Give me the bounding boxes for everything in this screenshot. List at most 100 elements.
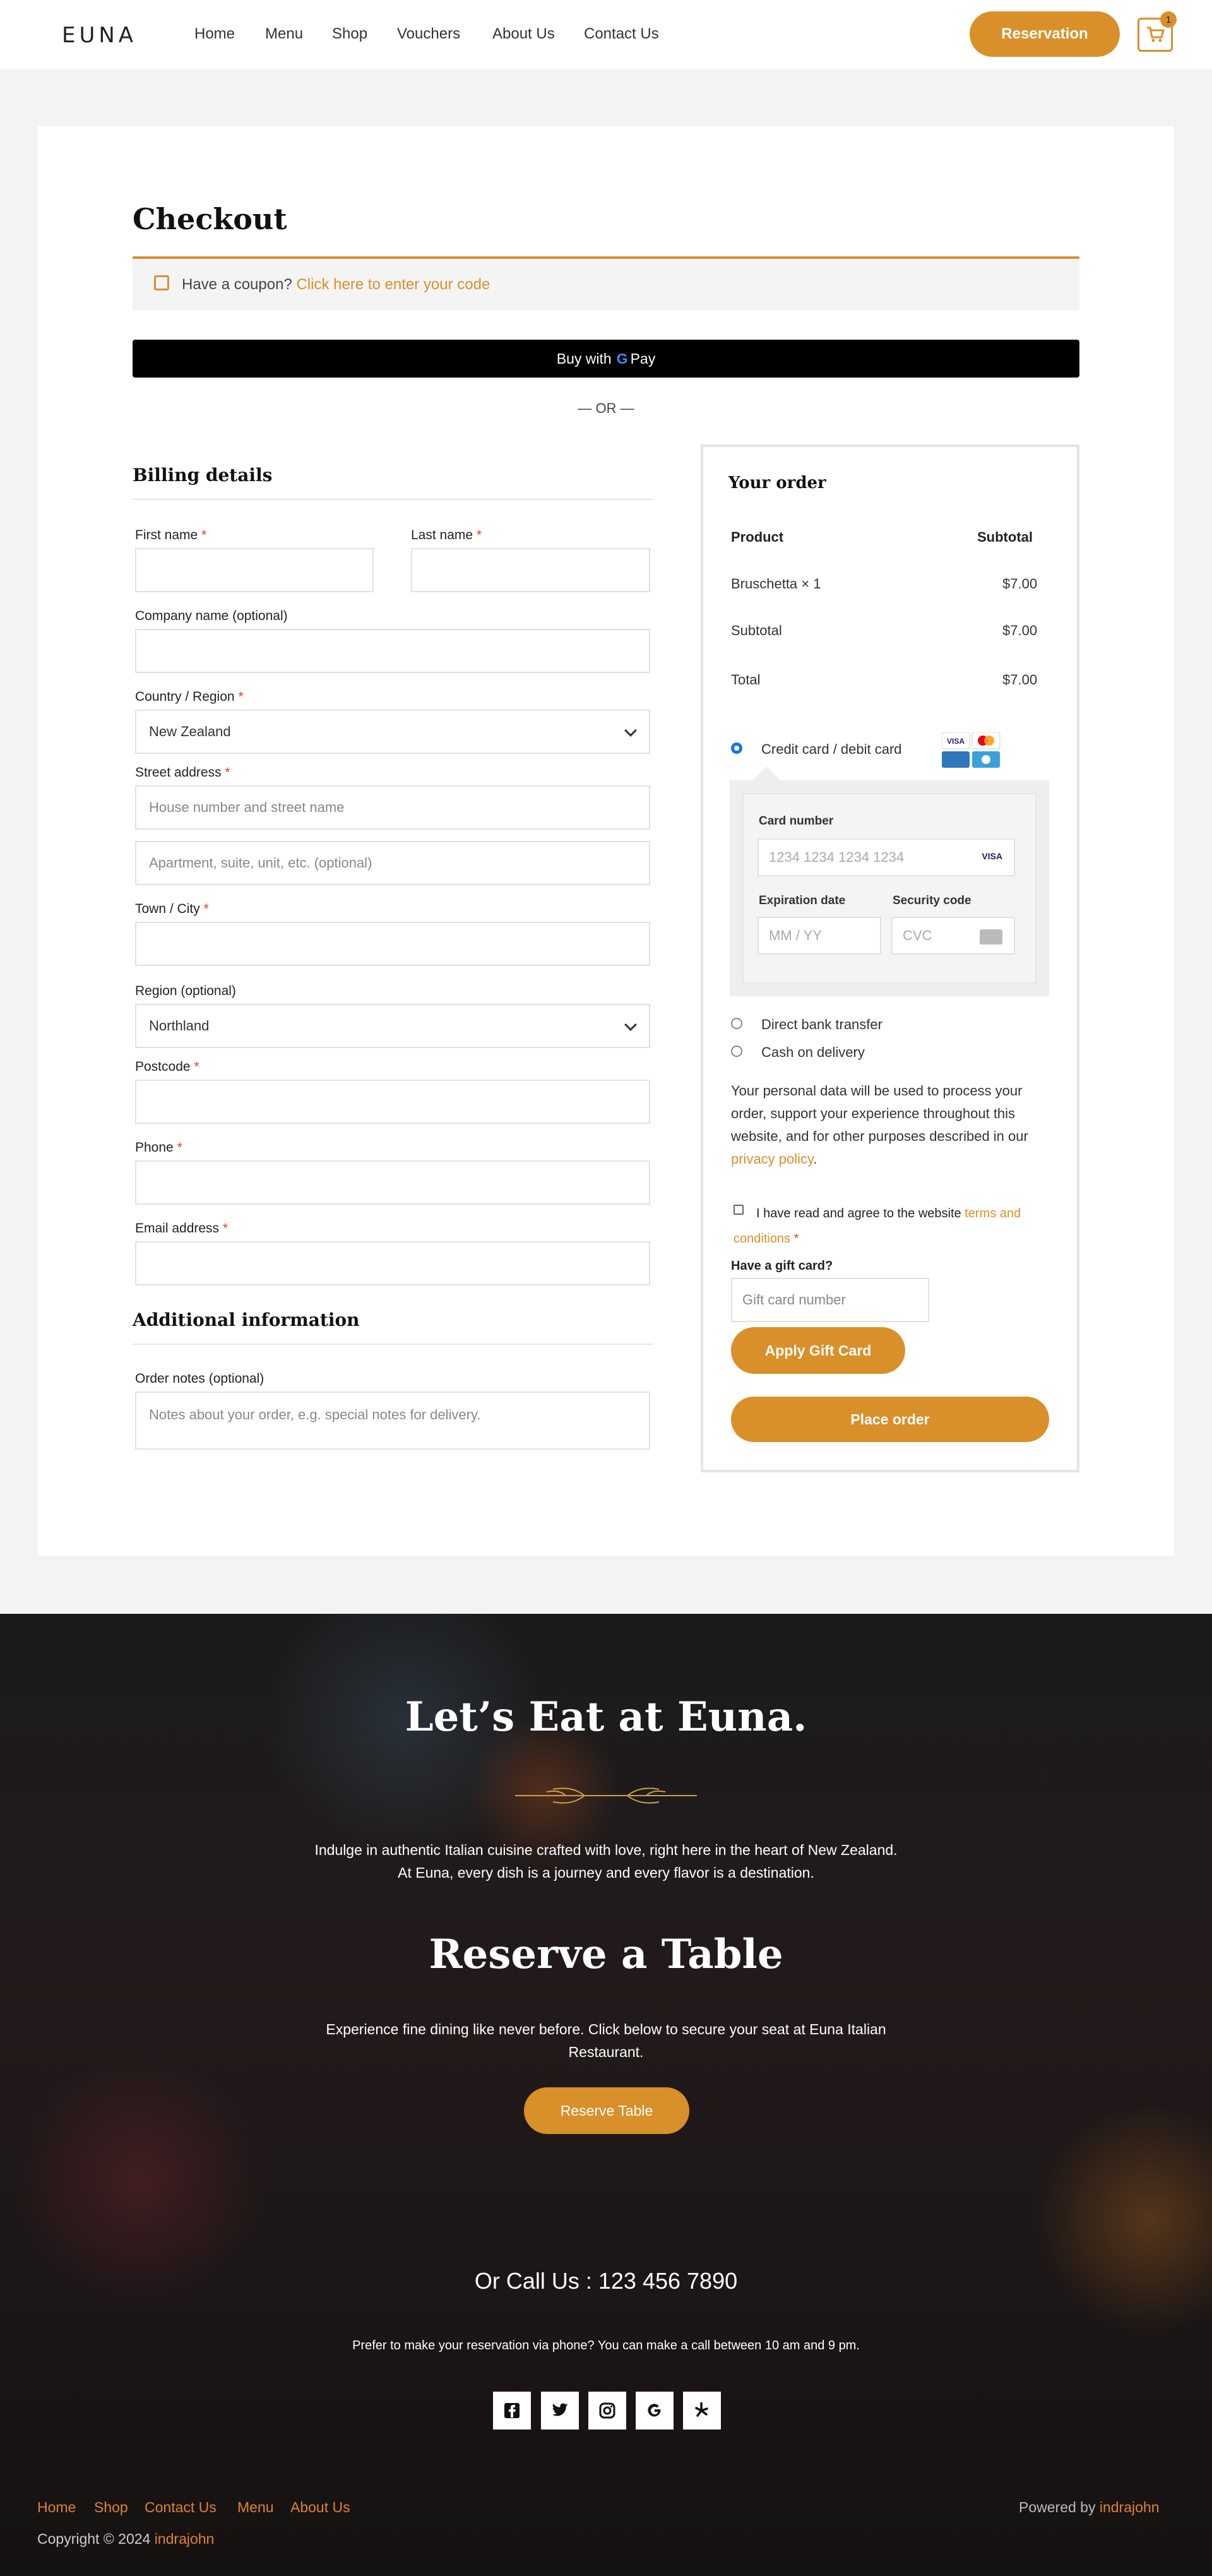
last-name-input[interactable] xyxy=(411,548,650,592)
nav-about-us[interactable]: About Us xyxy=(492,25,555,43)
radio-cash-on-delivery[interactable] xyxy=(731,1046,742,1057)
cvc-card-icon xyxy=(980,929,1002,945)
nav-menu[interactable]: Menu xyxy=(265,25,303,43)
decorative-branch-icon xyxy=(515,1783,697,1808)
footer-link-home[interactable]: Home xyxy=(37,2499,76,2516)
radio-bank-transfer[interactable] xyxy=(731,1018,742,1029)
footer-link-shop[interactable]: Shop xyxy=(94,2499,128,2516)
expiry-input[interactable]: MM / YY xyxy=(758,917,881,955)
postcode-label: Postcode * xyxy=(135,1059,199,1074)
col-product-header: Product xyxy=(731,529,784,545)
twitter-icon[interactable] xyxy=(541,2392,579,2430)
facebook-icon[interactable] xyxy=(493,2392,531,2430)
country-label: Country / Region * xyxy=(135,689,244,704)
country-select[interactable]: New Zealand xyxy=(135,710,650,754)
google-icon[interactable] xyxy=(636,2392,674,2430)
gpay-label: Buy with xyxy=(556,350,612,367)
radio-credit-card[interactable] xyxy=(731,742,742,754)
footer-link-contact-us[interactable]: Contact Us xyxy=(145,2499,217,2516)
additional-divider xyxy=(133,1344,653,1345)
reserve-heading: Reserve a Table xyxy=(429,1931,783,1978)
subtotal-value: $7.00 xyxy=(1002,623,1038,638)
call-note: Prefer to make your reservation via phon… xyxy=(352,2339,860,2352)
footer-heading: Let’s Eat at Euna. xyxy=(405,1693,807,1741)
cart-icon xyxy=(1147,27,1165,42)
yelp-icon[interactable] xyxy=(683,2392,721,2430)
pay-cod-label: Cash on delivery xyxy=(761,1044,865,1060)
svg-text:VISA: VISA xyxy=(947,737,965,746)
subtotal-label: Subtotal xyxy=(731,623,782,638)
phone-input[interactable] xyxy=(135,1160,650,1205)
powered-by-author-link[interactable]: indrajohn xyxy=(1100,2499,1160,2515)
last-name-label: Last name * xyxy=(411,528,482,542)
page-title: Checkout xyxy=(133,202,287,236)
postcode-input[interactable] xyxy=(135,1080,650,1124)
town-input[interactable] xyxy=(135,922,650,966)
company-label: Company name (optional) xyxy=(135,609,288,623)
reserve-table-button[interactable]: Reserve Table xyxy=(524,2087,689,2134)
first-name-input[interactable] xyxy=(135,548,374,592)
coupon-link[interactable]: Click here to enter your code xyxy=(296,276,490,293)
additional-title: Additional information xyxy=(133,1309,360,1330)
region-value: Northland xyxy=(149,1018,210,1034)
town-label: Town / City * xyxy=(135,902,209,916)
nav-shop[interactable]: Shop xyxy=(332,25,367,43)
nav-contact-us[interactable]: Contact Us xyxy=(584,25,659,43)
coupon-question: Have a coupon? xyxy=(182,276,292,293)
email-input[interactable] xyxy=(135,1241,650,1285)
terms-label: I have read and agree to the website ter… xyxy=(734,1207,1021,1246)
card-number-label: Card number xyxy=(759,814,834,828)
chevron-down-icon xyxy=(624,724,637,737)
copyright: Copyright © 2024 indrajohn xyxy=(37,2531,215,2547)
nav-vouchers[interactable]: Vouchers xyxy=(397,25,460,43)
privacy-policy-link[interactable]: privacy policy xyxy=(731,1151,813,1167)
region-label: Region (optional) xyxy=(135,984,236,998)
total-value: $7.00 xyxy=(1002,672,1038,688)
copyright-author-link[interactable]: indrajohn xyxy=(155,2531,215,2547)
order-notes-textarea[interactable]: Notes about your order, e.g. special not… xyxy=(135,1392,650,1450)
cart-count-badge: 1 xyxy=(1160,11,1177,28)
place-order-button[interactable]: Place order xyxy=(731,1397,1049,1442)
expiry-label: Expiration date xyxy=(759,894,846,907)
reservation-button[interactable]: Reservation xyxy=(970,11,1120,57)
terms-link[interactable]: terms xyxy=(965,1207,996,1220)
billing-divider xyxy=(133,499,653,500)
cvc-label: Security code xyxy=(893,894,971,907)
street-label: Street address * xyxy=(135,765,230,780)
gift-card-input[interactable]: Gift card number xyxy=(731,1278,929,1322)
order-notes-label: Order notes (optional) xyxy=(135,1371,264,1386)
footer-link-about-us[interactable]: About Us xyxy=(290,2499,350,2516)
card-panel-arrow xyxy=(752,766,780,780)
or-separator: — OR — xyxy=(578,400,634,416)
street-input[interactable]: House number and street name xyxy=(135,785,650,830)
nav-home[interactable]: Home xyxy=(194,25,235,43)
billing-title: Billing details xyxy=(133,465,273,486)
email-label: Email address * xyxy=(135,1221,229,1236)
google-pay-button[interactable]: Buy with G Pay xyxy=(133,340,1079,378)
pay-bank-label: Direct bank transfer xyxy=(761,1017,882,1032)
first-name-label: First name * xyxy=(135,528,207,542)
reserve-text: Experience fine dining like never before… xyxy=(326,2021,886,2060)
item-name: Bruschetta × 1 xyxy=(731,576,821,592)
company-input[interactable] xyxy=(135,629,650,673)
instagram-icon[interactable] xyxy=(588,2392,626,2430)
chevron-down-icon xyxy=(624,1018,637,1031)
calendar-icon xyxy=(154,275,169,290)
cvc-input[interactable]: CVC xyxy=(891,917,1015,955)
gift-card-label: Have a gift card? xyxy=(731,1259,833,1273)
region-select[interactable]: Northland xyxy=(135,1004,650,1048)
col-subtotal-header: Subtotal xyxy=(977,529,1033,545)
phone-label: Phone * xyxy=(135,1140,182,1155)
google-g-icon: G xyxy=(616,350,628,367)
total-label: Total xyxy=(731,672,761,688)
pay-card-label: Credit card / debit card xyxy=(761,741,902,757)
apply-gift-card-button[interactable]: Apply Gift Card xyxy=(731,1327,905,1374)
apartment-input[interactable]: Apartment, suite, unit, etc. (optional) xyxy=(135,841,650,885)
coupon-message: Have a coupon? Click here to enter your … xyxy=(182,276,490,294)
card-number-input[interactable]: 1234 1234 1234 1234 VISA xyxy=(758,838,1015,876)
site-logo[interactable]: EUNA xyxy=(62,23,137,48)
footer-intro: Indulge in authentic Italian cuisine cra… xyxy=(314,1842,898,1881)
visa-icon: VISA xyxy=(982,851,1002,861)
footer-link-menu[interactable]: Menu xyxy=(237,2499,274,2516)
powered-by: Powered by indrajohn xyxy=(1019,2499,1160,2515)
